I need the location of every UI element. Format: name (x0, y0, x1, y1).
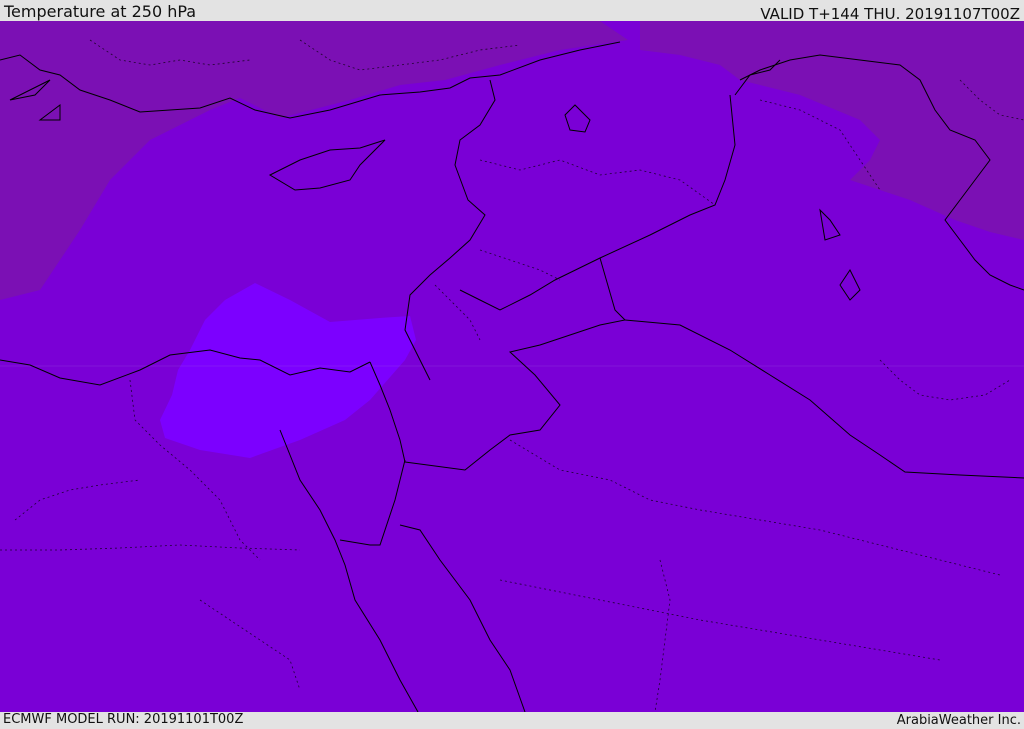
temperature-map[interactable] (0, 21, 1024, 712)
footer-bar: ECMWF MODEL RUN: 20191101T00Z ArabiaWeat… (0, 712, 1024, 729)
map-svg (0, 21, 1024, 712)
map-title: Temperature at 250 hPa (4, 2, 197, 21)
header-bar: Temperature at 250 hPa VALID T+144 THU. … (0, 0, 1024, 23)
model-run: ECMWF MODEL RUN: 20191101T00Z (3, 712, 244, 727)
credit-label: ArabiaWeather Inc. (896, 713, 1021, 728)
